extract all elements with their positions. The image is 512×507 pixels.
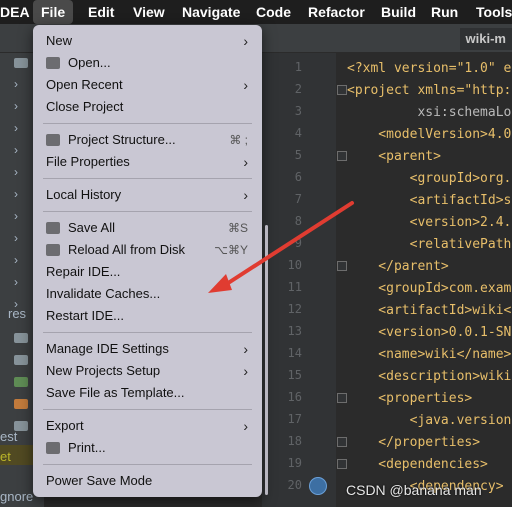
annotation-arrow-line — [220, 201, 354, 289]
annotation-arrow — [208, 201, 354, 293]
annotation-arrow-head — [208, 274, 232, 293]
